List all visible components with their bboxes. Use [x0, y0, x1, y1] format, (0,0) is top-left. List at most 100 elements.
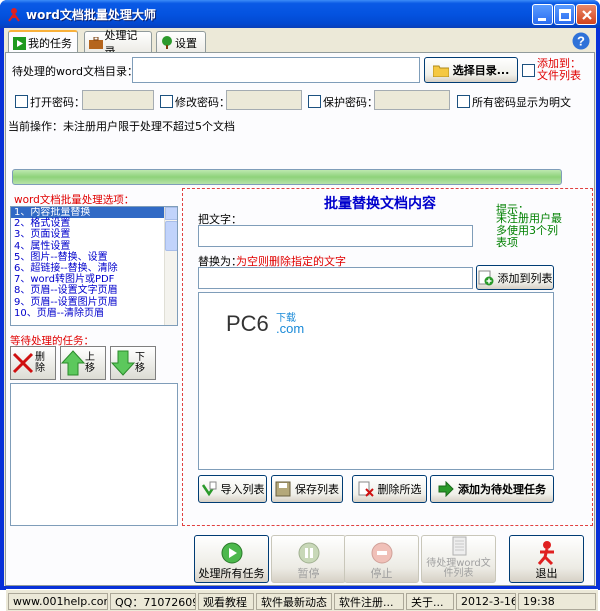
title-bar[interactable]: word文档批量处理大师 [0, 0, 600, 28]
option-item[interactable]: 4、属性设置 [11, 241, 177, 252]
briefcase-icon [89, 36, 103, 49]
delete-selected-label: 删除所选 [377, 483, 422, 496]
window-title: word文档批量处理大师 [26, 8, 156, 22]
process-all-label: 处理所有任务 [198, 567, 265, 580]
app-window: word文档批量处理大师 我的任务 处理记录 设置 ? 待处理的word文档目录… [0, 0, 600, 611]
file-list-icon [452, 536, 466, 556]
modify-password-checkbox[interactable] [160, 95, 173, 108]
status-date: 2012-3-16 [456, 593, 516, 610]
add-to-list-label: 添加到列表 [497, 271, 553, 285]
directory-label: 待处理的word文档目录： [12, 65, 139, 78]
replace-list[interactable]: PC6 下载 .com [198, 292, 554, 470]
stop-button[interactable]: 停止 [344, 535, 419, 583]
move-down-button[interactable]: 下移 [110, 346, 156, 380]
tab-settings[interactable]: 设置 [156, 31, 206, 53]
find-text-input[interactable] [198, 225, 473, 247]
arrow-down-icon [111, 350, 135, 376]
save-list-button[interactable]: 保存列表 [271, 475, 343, 503]
option-item[interactable]: 3、页面设置 [11, 229, 177, 240]
option-item[interactable]: 10、页眉--清除页眉 [11, 308, 177, 319]
red-x-icon [12, 352, 34, 374]
show-plain-password-checkbox[interactable] [457, 95, 470, 108]
replace-section-title: 批量替换文档内容 [324, 196, 436, 212]
directory-input[interactable] [132, 57, 420, 83]
save-icon [275, 481, 291, 497]
exit-button[interactable]: 退出 [509, 535, 584, 583]
delete-list-icon [358, 481, 374, 497]
pause-icon [298, 542, 319, 564]
protect-password-checkbox[interactable] [308, 95, 321, 108]
delete-task-label: 删除 [35, 352, 45, 374]
add-to-target: 文件列表 [537, 69, 581, 82]
move-down-label: 下移 [135, 352, 145, 374]
open-password-checkbox[interactable] [15, 95, 28, 108]
exit-label: 退出 [535, 567, 558, 580]
import-list-label: 导入列表 [220, 483, 265, 496]
pending-files-button[interactable]: 待处理word文件列表 [421, 535, 496, 583]
arrow-up-icon [61, 350, 85, 376]
pause-label: 暂停 [297, 567, 320, 580]
play-circle-icon [221, 542, 242, 564]
help-icon[interactable]: ? [572, 32, 590, 50]
move-up-button[interactable]: 上移 [60, 346, 106, 380]
delete-selected-button[interactable]: 删除所选 [352, 475, 427, 503]
progress-bar [12, 169, 562, 185]
add-as-task-button[interactable]: 添加为待处理任务 [430, 475, 554, 503]
option-item[interactable]: 7、word转图片或PDF [11, 274, 177, 285]
exit-runner-icon [537, 541, 554, 566]
option-item[interactable]: 2、格式设置 [11, 218, 177, 229]
tab-history[interactable]: 处理记录 [84, 29, 152, 58]
move-up-label: 上移 [85, 352, 95, 374]
option-item[interactable]: 6、超链接--替换、清除 [11, 263, 177, 274]
option-item[interactable]: 5、图片--替换、设置 [11, 252, 177, 263]
import-list-button[interactable]: 导入列表 [198, 475, 267, 503]
options-scrollbar[interactable] [164, 207, 177, 325]
add-list-icon [478, 270, 493, 285]
tab-label: 我的任务 [28, 37, 72, 50]
process-all-button[interactable]: 处理所有任务 [194, 535, 269, 583]
import-icon [201, 481, 216, 497]
option-item[interactable]: 9、页眉--设置图片页眉 [11, 297, 177, 308]
replace-with-input[interactable] [198, 267, 473, 289]
protect-password-label: 保护密码： [323, 96, 378, 109]
minimize-button[interactable] [532, 4, 553, 25]
modify-password-input[interactable] [226, 90, 302, 110]
select-directory-button[interactable]: 选择目录... [424, 57, 518, 83]
option-item[interactable]: 8、页眉--设置文字页眉 [11, 285, 177, 296]
status-register[interactable]: 软件注册... [334, 593, 404, 610]
status-tutorial[interactable]: 观看教程 [198, 593, 254, 610]
add-as-task-label: 添加为待处理任务 [458, 483, 546, 496]
watermark-main: PC6 [226, 311, 269, 336]
tab-my-tasks[interactable]: 我的任务 [8, 30, 78, 54]
save-list-label: 保存列表 [295, 483, 339, 496]
scroll-thumb[interactable] [165, 221, 177, 251]
pending-files-label: 待处理word文件列表 [426, 558, 491, 579]
svg-text:?: ? [577, 34, 585, 49]
stop-label: 停止 [370, 567, 393, 580]
close-button[interactable] [576, 4, 597, 25]
add-to-list-button[interactable]: 添加到列表 [476, 265, 554, 290]
client-area: 我的任务 处理记录 设置 ? 待处理的word文档目录： 选择目录... 添加到… [4, 28, 598, 611]
stop-icon [371, 542, 392, 564]
status-about[interactable]: 关于... [406, 593, 454, 610]
pause-button[interactable]: 暂停 [271, 535, 346, 583]
tab-label: 设置 [175, 36, 197, 50]
modify-password-label: 修改密码： [175, 96, 230, 109]
option-item[interactable]: 1、内容批量替换 [11, 207, 177, 219]
protect-password-input[interactable] [374, 90, 450, 110]
open-password-label: 打开密码： [30, 96, 85, 109]
current-operation-status: 当前操作：未注册用户限于处理不超过5个文档 [8, 120, 235, 133]
open-password-input[interactable] [82, 90, 154, 110]
status-bar: www.001help.com QQ：710726095 观看教程 软件最新动态… [6, 589, 598, 611]
pending-tasks-list[interactable] [10, 383, 178, 526]
status-site[interactable]: www.001help.com [8, 593, 108, 610]
options-list[interactable]: 1、内容批量替换 2、格式设置 3、页面设置 4、属性设置 5、图片--替换、设置 6、超… [10, 206, 178, 326]
watermark-com: .com [276, 321, 305, 336]
add-to-file-list-checkbox[interactable] [522, 64, 535, 77]
scroll-up-arrow[interactable] [165, 207, 177, 220]
delete-task-button[interactable]: 删除 [10, 346, 56, 380]
status-qq[interactable]: QQ：710726095 [110, 593, 196, 610]
folder-icon [432, 65, 449, 77]
status-news[interactable]: 软件最新动态 [256, 593, 332, 610]
maximize-button[interactable] [554, 4, 575, 25]
